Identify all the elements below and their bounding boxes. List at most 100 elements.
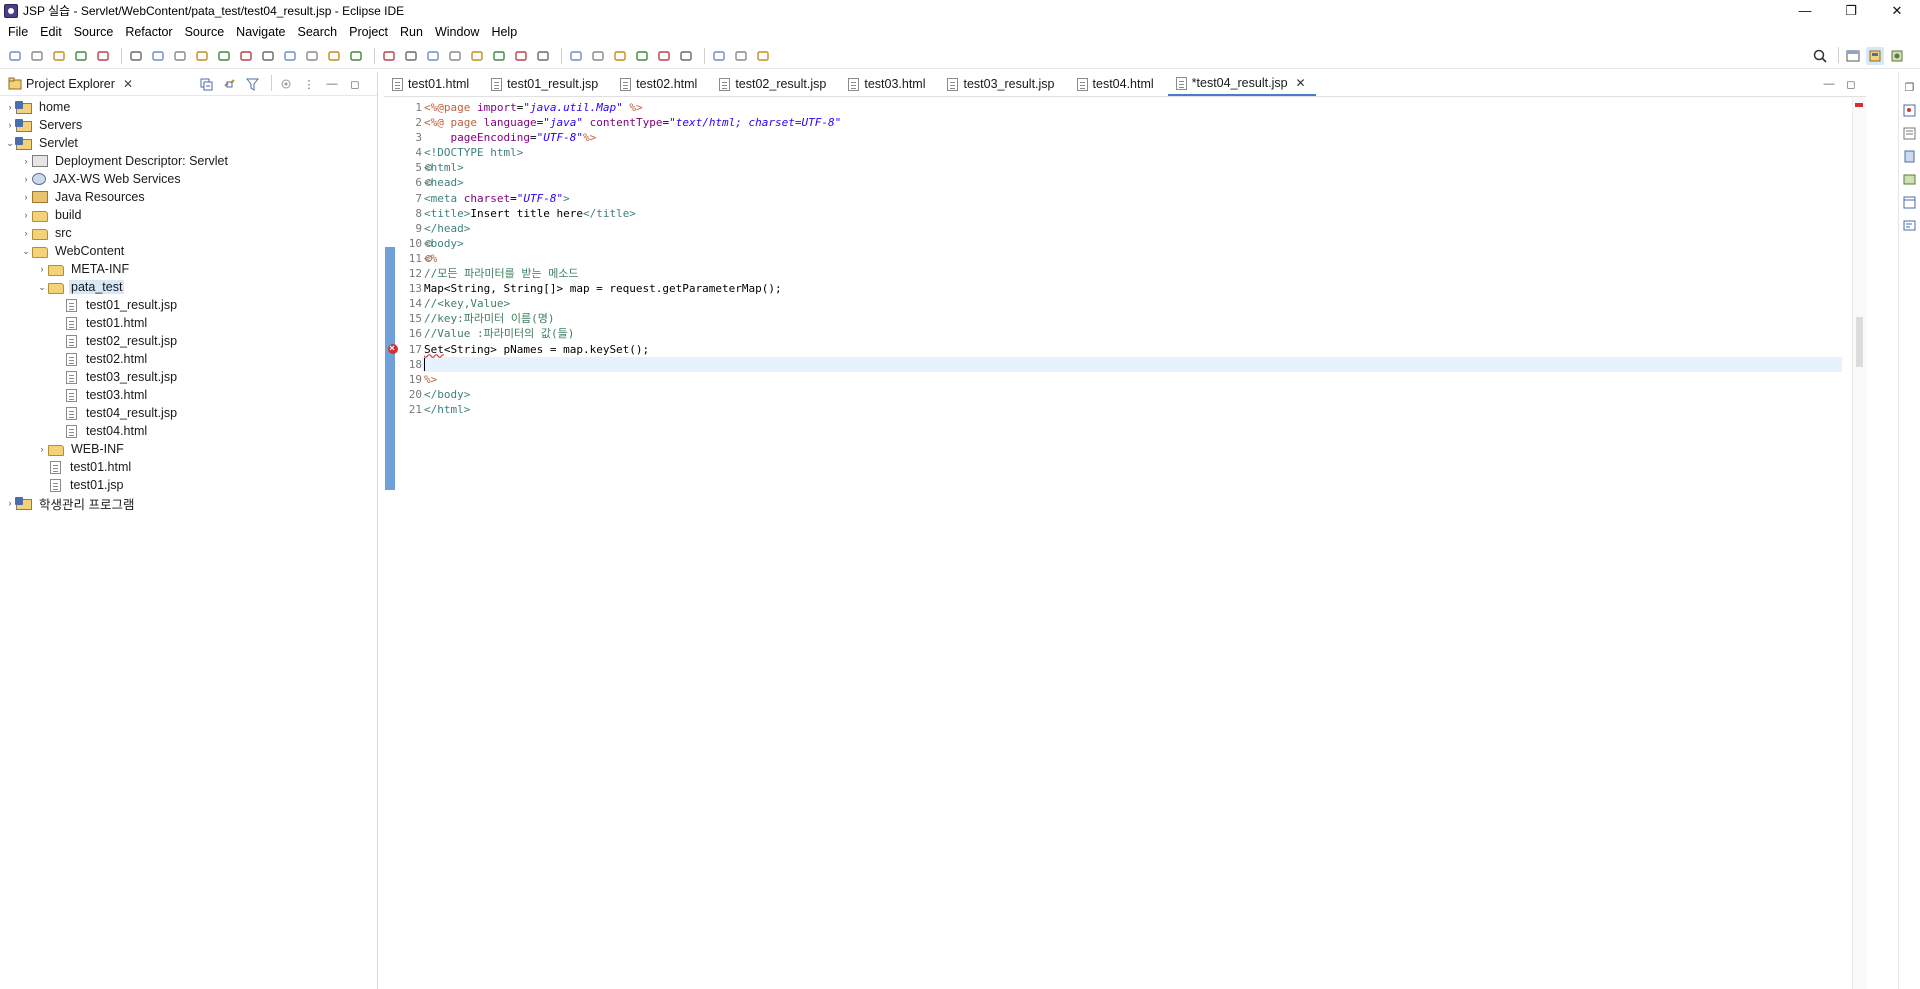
close-icon[interactable]: ✕ [123,77,133,91]
tree-item[interactable]: › src [0,224,377,242]
step-into-icon[interactable] [259,47,277,65]
editor-tab[interactable]: test01.html [384,72,479,96]
suspend-icon[interactable] [193,47,211,65]
code-line[interactable]: <!DOCTYPE html> [422,145,1842,160]
error-overview-marker[interactable] [1855,103,1863,107]
code-line[interactable]: <body> [422,236,1842,251]
console-icon[interactable] [1901,216,1919,234]
tree-item[interactable]: › WEB-INF [0,440,377,458]
new-icon[interactable] [6,47,24,65]
use-step-filters-icon[interactable] [347,47,365,65]
code-line[interactable]: <meta charset="UTF-8"> [422,191,1842,206]
tree-item[interactable]: ⌄ WebContent [0,242,377,260]
prev-annotation-icon[interactable] [655,47,673,65]
next-annotation-icon[interactable] [633,47,651,65]
close-icon[interactable]: ✕ [1296,76,1306,90]
open-type-icon[interactable] [512,47,530,65]
tree-item[interactable]: › Deployment Descriptor: Servlet [0,152,377,170]
open-perspective-icon[interactable] [1844,47,1862,65]
tree-item[interactable]: › 학생관리 프로그램 [0,494,377,512]
save-icon[interactable] [28,47,46,65]
collapsed-arrow-icon[interactable]: › [20,228,32,238]
properties-icon[interactable] [1901,193,1919,211]
tree-item[interactable]: test03_result.jsp [0,368,377,386]
vertical-scrollbar-thumb[interactable] [1856,317,1863,367]
tree-item[interactable]: › home [0,98,377,116]
editor-tab[interactable]: test03.html [840,72,935,96]
task-list-icon[interactable] [1901,124,1919,142]
collapsed-arrow-icon[interactable]: › [36,444,48,454]
collapse-all-icon[interactable] [197,75,215,93]
menu-run[interactable]: Run [394,22,429,42]
restore-button[interactable]: ❐ [1828,0,1874,21]
menu-source[interactable]: Source [68,22,120,42]
last-edit-icon[interactable] [677,47,695,65]
code-line[interactable]: </head> [422,221,1842,236]
code-line[interactable]: <%@page import="java.util.Map" %> [422,100,1842,115]
editor-tab[interactable]: test01_result.jsp [483,72,608,96]
tree-item[interactable]: › build [0,206,377,224]
outline-icon[interactable] [1901,101,1919,119]
terminate-icon[interactable] [215,47,233,65]
menu-refactor[interactable]: Refactor [119,22,178,42]
tree-item[interactable]: test02_result.jsp [0,332,377,350]
open-task-icon[interactable] [534,47,552,65]
error-icon[interactable] [388,341,398,356]
search-icon[interactable] [567,47,585,65]
servers-icon[interactable] [1901,147,1919,165]
menu-source-2[interactable]: Source [179,22,231,42]
debug-icon[interactable] [380,47,398,65]
redo-icon[interactable] [94,47,112,65]
editor-tab[interactable]: test02_result.jsp [711,72,836,96]
tree-item[interactable]: test03.html [0,386,377,404]
forward-icon[interactable] [732,47,750,65]
run-icon[interactable] [402,47,420,65]
tree-item[interactable]: test02.html [0,350,377,368]
focus-icon[interactable] [277,75,295,93]
resume-icon[interactable] [171,47,189,65]
minimize-icon[interactable]: — [1820,75,1838,93]
editor-tab[interactable]: test04.html [1069,72,1164,96]
tree-item[interactable]: test01.html [0,314,377,332]
collapsed-arrow-icon[interactable]: › [20,210,32,220]
undo-icon[interactable] [72,47,90,65]
editor-tab[interactable]: *test04_result.jsp ✕ [1167,72,1316,96]
close-window-button[interactable]: ✕ [1874,0,1920,21]
tree-item[interactable]: test01.jsp [0,476,377,494]
menu-project[interactable]: Project [343,22,394,42]
ant-icon[interactable] [611,47,629,65]
globe-icon[interactable] [589,47,607,65]
maximize-icon[interactable]: ◻ [1842,75,1860,93]
search-icon[interactable] [1811,47,1829,65]
tree-item[interactable]: › Servers [0,116,377,134]
debug-perspective-icon[interactable] [1888,47,1906,65]
code-editor[interactable]: 12345−6−78910−11−12131415161718192021 <%… [384,97,1866,989]
code-line[interactable]: Map<String, String[]> map = request.getP… [422,281,1842,296]
data-source-icon[interactable] [1901,170,1919,188]
code-line[interactable]: <title>Insert title here</title> [422,206,1842,221]
code-line[interactable] [422,356,1842,372]
step-return-icon[interactable] [303,47,321,65]
menu-search[interactable]: Search [292,22,344,42]
overview-ruler[interactable] [1852,97,1866,989]
tree-item[interactable]: › JAX-WS Web Services [0,170,377,188]
minimize-icon[interactable]: — [323,75,341,93]
pin-editor-icon[interactable] [754,47,772,65]
save-all-icon[interactable] [50,47,68,65]
code-line[interactable]: //모든 파라미터를 받는 메소드 [422,266,1842,281]
minimize-button[interactable]: — [1782,0,1828,21]
code-line[interactable]: Set<String> pNames = map.keySet(); [422,342,1842,357]
collapsed-arrow-icon[interactable]: › [36,264,48,274]
maximize-icon[interactable]: ◻ [346,75,364,93]
code-line[interactable]: %> [422,372,1842,387]
code-line[interactable]: <head> [422,175,1842,190]
editor-tab[interactable]: test03_result.jsp [939,72,1064,96]
new-web-icon[interactable] [490,47,508,65]
collapsed-arrow-icon[interactable]: › [20,192,32,202]
expanded-arrow-icon[interactable]: ⌄ [20,246,32,257]
tree-item[interactable]: test01_result.jsp [0,296,377,314]
restore-icon[interactable]: ❐ [1901,78,1919,96]
drop-to-frame-icon[interactable] [325,47,343,65]
back-icon[interactable] [710,47,728,65]
collapsed-arrow-icon[interactable]: › [20,174,32,184]
